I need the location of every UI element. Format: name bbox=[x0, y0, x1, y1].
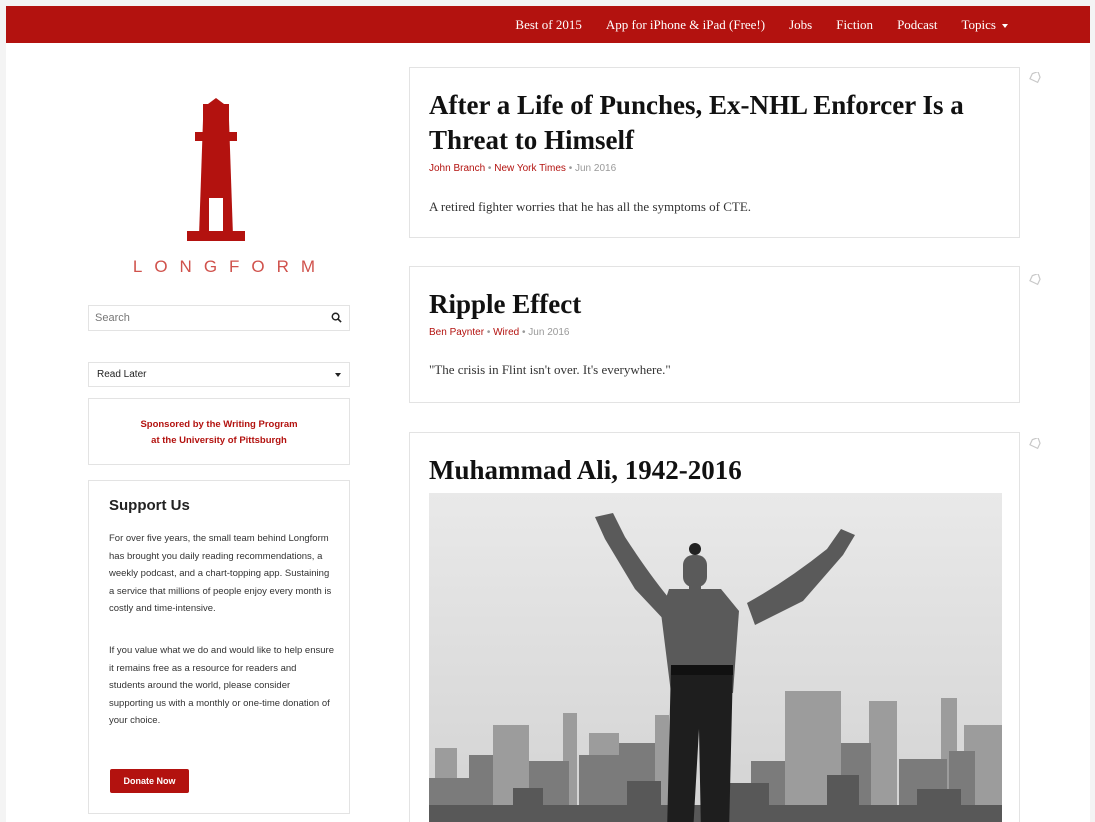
article-byline-1: John Branch • New York Times • Jun 2016 bbox=[429, 163, 617, 174]
nav-topics-dropdown[interactable]: Topics bbox=[950, 17, 1020, 33]
tag-icon[interactable] bbox=[1028, 72, 1042, 86]
article-card-3: Muhammad Ali, 1942-2016 bbox=[409, 432, 1020, 822]
nav-links: Best of 2015 App for iPhone & iPad (Free… bbox=[503, 6, 1020, 43]
support-paragraph-2: If you value what we do and would like t… bbox=[109, 645, 334, 726]
nav-fiction[interactable]: Fiction bbox=[824, 17, 885, 33]
caret-down-icon bbox=[1002, 23, 1008, 28]
article-card-2: Ripple Effect Ben Paynter • Wired • Jun … bbox=[409, 266, 1020, 403]
article-byline-2: Ben Paynter • Wired • Jun 2016 bbox=[429, 327, 570, 338]
article-title-1[interactable]: After a Life of Punches, Ex-NHL Enforcer… bbox=[429, 88, 1004, 158]
tag-icon[interactable] bbox=[1028, 274, 1042, 288]
lighthouse-logo[interactable] bbox=[181, 98, 251, 243]
nav-topics-label: Topics bbox=[961, 16, 996, 32]
article-blurb-1: A retired fighter worries that he has al… bbox=[429, 199, 752, 214]
nav-podcast[interactable]: Podcast bbox=[885, 17, 949, 33]
publication-link-2[interactable]: Wired bbox=[493, 327, 519, 338]
sponsor-box: Sponsored by the Writing Program at the … bbox=[88, 398, 350, 465]
support-paragraph-1: For over five years, the small team behi… bbox=[109, 533, 332, 614]
support-title: Support Us bbox=[109, 497, 190, 514]
publication-link-1[interactable]: New York Times bbox=[494, 163, 566, 174]
nav-app[interactable]: App for iPhone & iPad (Free!) bbox=[594, 17, 777, 33]
article-title-2[interactable]: Ripple Effect bbox=[429, 287, 1004, 322]
nav-jobs[interactable]: Jobs bbox=[777, 17, 824, 33]
tag-icon[interactable] bbox=[1028, 438, 1042, 452]
author-link-1[interactable]: John Branch bbox=[429, 163, 485, 174]
author-link-2[interactable]: Ben Paynter bbox=[429, 327, 484, 338]
sponsor-link[interactable]: Sponsored by the Writing Program at the … bbox=[89, 417, 349, 449]
article-date-1: Jun 2016 bbox=[574, 163, 617, 174]
support-box: Support Us For over five years, the smal… bbox=[88, 480, 350, 814]
top-navbar: Best of 2015 App for iPhone & iPad (Free… bbox=[6, 6, 1090, 43]
article-card-1: After a Life of Punches, Ex-NHL Enforcer… bbox=[409, 67, 1020, 238]
article-title-3[interactable]: Muhammad Ali, 1942-2016 bbox=[429, 453, 1004, 488]
nav-best-of-2015[interactable]: Best of 2015 bbox=[503, 17, 593, 33]
article-date-2: Jun 2016 bbox=[528, 327, 570, 338]
sponsor-line-1: Sponsored by the Writing Program bbox=[140, 419, 298, 430]
search-icon[interactable] bbox=[331, 312, 342, 323]
donate-now-button[interactable]: Donate Now bbox=[110, 769, 189, 793]
article-blurb-2: "The crisis in Flint isn't over. It's ev… bbox=[429, 362, 671, 377]
longform-wordmark: LONGFORM bbox=[132, 257, 328, 276]
sponsor-line-2: at the University of Pittsburgh bbox=[151, 435, 287, 446]
search-input[interactable] bbox=[95, 309, 315, 327]
read-later-label: Read Later bbox=[97, 369, 147, 380]
read-later-select[interactable]: Read Later bbox=[88, 362, 350, 387]
search-box bbox=[88, 305, 350, 331]
page: Best of 2015 App for iPhone & iPad (Free… bbox=[6, 6, 1090, 822]
chevron-down-icon bbox=[335, 373, 341, 377]
boxer-jumping-city-skyline-photo[interactable] bbox=[429, 493, 1002, 822]
